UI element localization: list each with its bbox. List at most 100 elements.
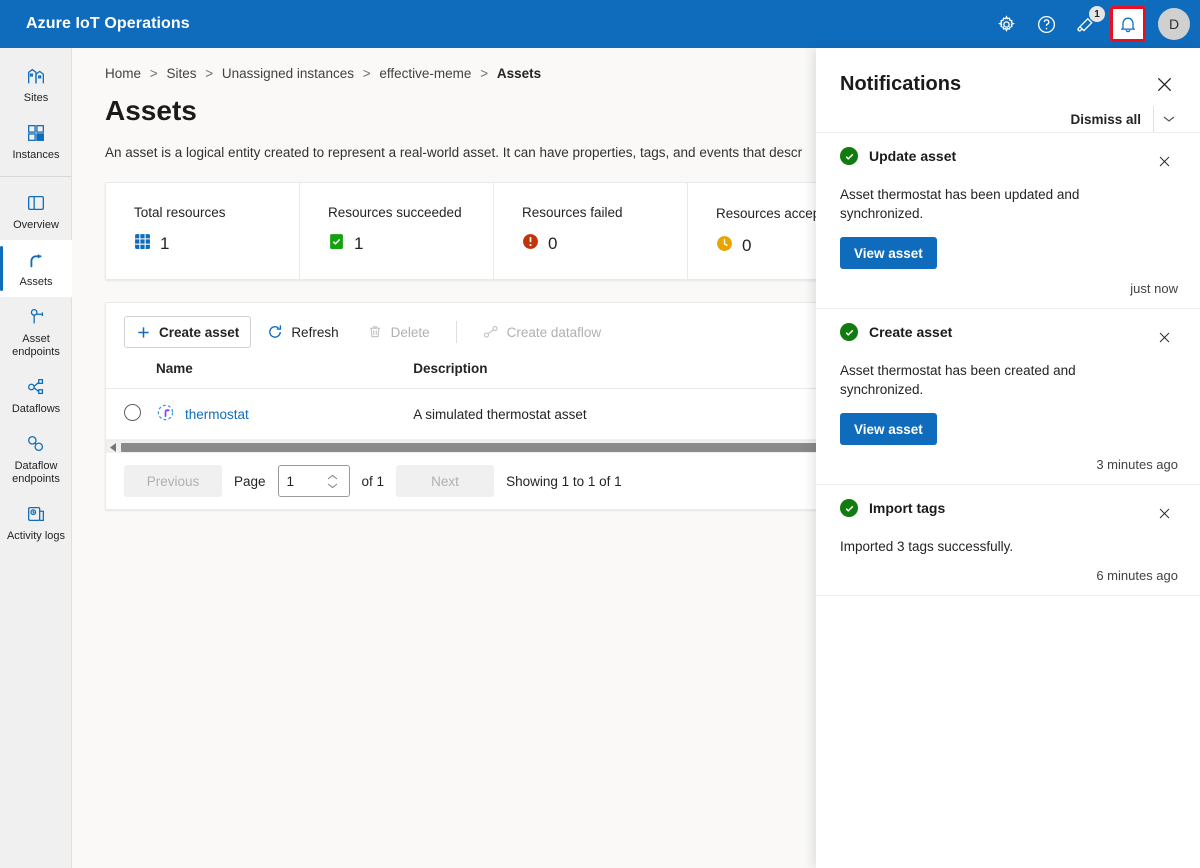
- asset-name-link[interactable]: thermostat: [185, 407, 249, 422]
- scrollbar-thumb[interactable]: [121, 442, 816, 452]
- notifications-list-end-divider: [816, 595, 1200, 596]
- table-row[interactable]: thermostat A simulated thermostat asset: [106, 388, 816, 440]
- app-window: Azure IoT Operations 1 D Sites Instances…: [0, 0, 1200, 868]
- announcements-badge: 1: [1089, 6, 1105, 22]
- stat-value: 0: [548, 234, 558, 253]
- notification-body: Asset thermostat has been updated and sy…: [840, 187, 1080, 221]
- breadcrumb-separator: >: [480, 66, 489, 81]
- sidebar: Sites Instances Overview Assets Asset en…: [0, 48, 72, 868]
- toolbar-divider: [455, 321, 457, 343]
- breadcrumb-separator: >: [149, 66, 158, 81]
- notifications-panel: Notifications Dismiss all Update asset A…: [816, 48, 1200, 868]
- delete-label: Delete: [390, 324, 430, 340]
- breadcrumb-item-instance[interactable]: effective-meme: [379, 66, 471, 81]
- chevron-up-icon[interactable]: [327, 473, 338, 481]
- actions-divider: [1153, 106, 1154, 132]
- bell-icon[interactable]: [1110, 6, 1146, 42]
- create-dataflow-label: Create dataflow: [506, 324, 602, 340]
- notifications-actions: Dismiss all: [816, 98, 1200, 132]
- breadcrumb-item-home[interactable]: Home: [105, 66, 141, 81]
- sites-icon: [25, 64, 47, 88]
- notification-item: Import tags Imported 3 tags successfully…: [816, 484, 1200, 595]
- sidebar-item-dataflow-endpoints[interactable]: Dataflow endpoints: [0, 424, 72, 494]
- sidebar-item-asset-endpoints[interactable]: Asset endpoints: [0, 297, 72, 367]
- sidebar-divider: [0, 176, 71, 177]
- resource-summary-card: Total resources 1 Resources succeeded 1 …: [105, 182, 816, 280]
- stat-resources-failed: Resources failed 0: [494, 183, 688, 279]
- grid-icon: [134, 233, 151, 255]
- breadcrumb-item-sites[interactable]: Sites: [166, 66, 196, 81]
- sidebar-item-label: Dataflow endpoints: [12, 460, 60, 485]
- refresh-icon: [267, 324, 283, 340]
- sidebar-item-activity-logs[interactable]: Activity logs: [0, 494, 72, 551]
- dataflow-endpoints-icon: [25, 432, 47, 456]
- table-header-name: Name: [156, 361, 414, 389]
- sidebar-item-label: Overview: [13, 219, 59, 231]
- sidebar-item-overview[interactable]: Overview: [0, 183, 72, 240]
- gear-icon[interactable]: [986, 4, 1026, 44]
- notification-timestamp: 3 minutes ago: [1096, 457, 1178, 472]
- stat-total-resources: Total resources 1: [106, 183, 300, 279]
- close-icon[interactable]: [1150, 499, 1178, 527]
- sidebar-item-dataflows[interactable]: Dataflows: [0, 367, 72, 424]
- asset-icon: [156, 403, 175, 425]
- notification-body: Imported 3 tags successfully.: [840, 539, 1014, 554]
- chevron-down-icon[interactable]: [1156, 106, 1182, 132]
- table-header-description: Description: [413, 361, 816, 389]
- notification-title: Create asset: [869, 324, 953, 340]
- megaphone-icon[interactable]: 1: [1066, 4, 1106, 44]
- stat-value: 1: [354, 234, 364, 253]
- activity-logs-icon: [25, 502, 47, 526]
- question-circle-icon[interactable]: [1026, 4, 1066, 44]
- instances-icon: [25, 121, 47, 145]
- view-asset-button[interactable]: View asset: [840, 413, 937, 445]
- overview-icon: [25, 191, 47, 215]
- top-bar-actions: 1 D: [986, 4, 1200, 44]
- row-radio-button[interactable]: [124, 404, 141, 421]
- next-page-button[interactable]: Next: [396, 465, 495, 497]
- sidebar-item-label: Asset endpoints: [12, 333, 60, 358]
- sidebar-item-instances[interactable]: Instances: [0, 113, 72, 170]
- chevron-down-icon[interactable]: [327, 481, 338, 489]
- page-label: Page: [234, 473, 266, 489]
- page-number-input[interactable]: [284, 472, 327, 490]
- notification-timestamp: 6 minutes ago: [1096, 568, 1178, 583]
- stepper-controls[interactable]: [327, 473, 338, 489]
- assets-toolbar: Create asset Refresh Delete Create dataf…: [106, 303, 816, 361]
- refresh-label: Refresh: [291, 324, 339, 340]
- stat-resources-accepted: Resources accepted: [688, 183, 816, 279]
- sidebar-item-sites[interactable]: Sites: [0, 56, 72, 113]
- table-header-select: [106, 361, 156, 389]
- app-title: Azure IoT Operations: [26, 15, 190, 32]
- close-icon[interactable]: [1150, 147, 1178, 175]
- notification-body: Asset thermostat has been created and sy…: [840, 363, 1076, 397]
- notifications-header: Notifications: [816, 48, 1200, 98]
- sidebar-item-label: Activity logs: [6, 530, 66, 542]
- create-dataflow-button: Create dataflow: [471, 316, 614, 348]
- close-icon[interactable]: [1150, 323, 1178, 351]
- row-select-cell: [106, 388, 156, 440]
- refresh-button[interactable]: Refresh: [255, 316, 350, 348]
- scroll-left-arrow-icon[interactable]: [106, 442, 120, 452]
- breadcrumb-separator: >: [205, 66, 214, 81]
- previous-page-button[interactable]: Previous: [124, 465, 222, 497]
- stat-label: Total resources: [134, 205, 226, 220]
- page-number-stepper[interactable]: [277, 465, 350, 497]
- breadcrumb-item-unassigned-instances[interactable]: Unassigned instances: [222, 66, 354, 81]
- stat-value: 0: [742, 236, 752, 255]
- stats-row: Total resources 1 Resources succeeded 1 …: [106, 183, 816, 279]
- create-asset-button[interactable]: Create asset: [124, 316, 252, 348]
- horizontal-scrollbar[interactable]: [106, 440, 816, 453]
- showing-range-label: Showing 1 to 1 of 1: [506, 473, 622, 489]
- dismiss-all-button[interactable]: Dismiss all: [1060, 108, 1151, 131]
- view-asset-button[interactable]: View asset: [840, 237, 937, 269]
- close-icon[interactable]: [1150, 70, 1178, 98]
- sidebar-item-assets[interactable]: Assets: [0, 240, 72, 297]
- avatar[interactable]: D: [1158, 8, 1190, 40]
- assets-icon: [25, 248, 47, 272]
- dataflow-icon: [483, 324, 499, 340]
- sidebar-item-label: Sites: [23, 92, 49, 104]
- assets-table: Name Description thermostat A simulated …: [106, 361, 816, 440]
- success-check-icon: [840, 499, 858, 517]
- page-total-label: of 1: [361, 473, 385, 489]
